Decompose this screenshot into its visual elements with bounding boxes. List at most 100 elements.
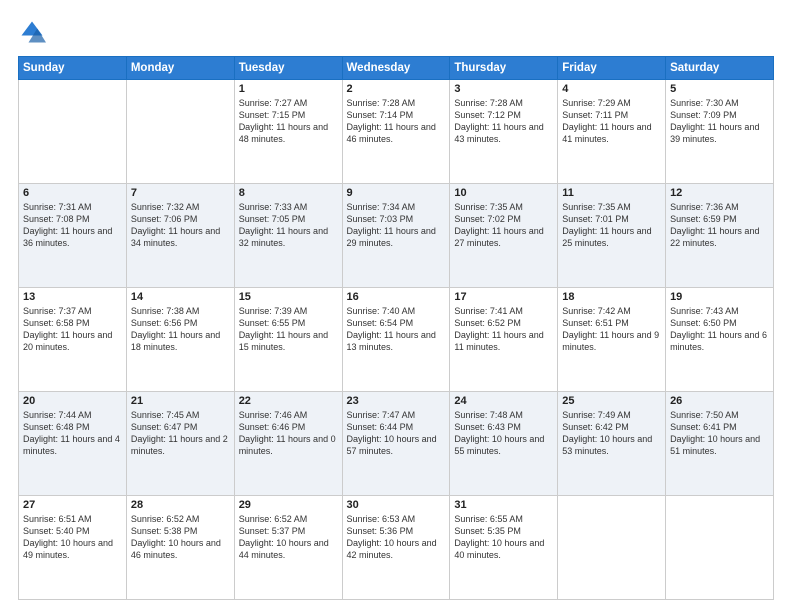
calendar-cell: 12 Sunrise: 7:36 AM Sunset: 6:59 PM Dayli…	[666, 184, 774, 288]
calendar-cell: 28 Sunrise: 6:52 AM Sunset: 5:38 PM Dayli…	[126, 496, 234, 600]
calendar-cell: 3Sunrise: 7:28 AM Sunset: 7:12 PM Daylig…	[450, 80, 558, 184]
day-info: Sunrise: 7:35 AM Sunset: 7:02 PM Dayligh…	[454, 201, 553, 250]
day-number: 25	[562, 395, 661, 407]
calendar-cell: 31 Sunrise: 6:55 AM Sunset: 5:35 PM Dayli…	[450, 496, 558, 600]
day-number: 5	[670, 83, 769, 95]
day-number: 3	[454, 83, 553, 95]
calendar-cell: 24 Sunrise: 7:48 AM Sunset: 6:43 PM Dayli…	[450, 392, 558, 496]
day-info: Sunrise: 7:36 AM Sunset: 6:59 PM Dayligh…	[670, 201, 769, 250]
day-number: 23	[347, 395, 446, 407]
day-number: 16	[347, 291, 446, 303]
day-info: Sunrise: 7:27 AM Sunset: 7:15 PM Dayligh…	[239, 97, 338, 146]
calendar-cell: 11 Sunrise: 7:35 AM Sunset: 7:01 PM Dayli…	[558, 184, 666, 288]
logo	[18, 18, 50, 46]
day-number: 7	[131, 187, 230, 199]
day-info: Sunrise: 7:41 AM Sunset: 6:52 PM Dayligh…	[454, 305, 553, 354]
day-info: Sunrise: 7:39 AM Sunset: 6:55 PM Dayligh…	[239, 305, 338, 354]
calendar-cell: 1 Sunrise: 7:27 AM Sunset: 7:15 PM Daylig…	[234, 80, 342, 184]
calendar-cell: 18Sunrise: 7:42 AM Sunset: 6:51 PM Dayli…	[558, 288, 666, 392]
day-info: Sunrise: 6:52 AM Sunset: 5:38 PM Dayligh…	[131, 513, 230, 562]
calendar-cell: 17 Sunrise: 7:41 AM Sunset: 6:52 PM Dayli…	[450, 288, 558, 392]
calendar-cell: 21 Sunrise: 7:45 AM Sunset: 6:47 PM Dayli…	[126, 392, 234, 496]
calendar-cell: 10 Sunrise: 7:35 AM Sunset: 7:02 PM Dayli…	[450, 184, 558, 288]
logo-icon	[18, 18, 46, 46]
day-info: Sunrise: 7:40 AM Sunset: 6:54 PM Dayligh…	[347, 305, 446, 354]
day-number: 21	[131, 395, 230, 407]
calendar-week-row: 13 Sunrise: 7:37 AM Sunset: 6:58 PM Dayli…	[19, 288, 774, 392]
day-info: Sunrise: 7:32 AM Sunset: 7:06 PM Dayligh…	[131, 201, 230, 250]
day-info: Sunrise: 7:33 AM Sunset: 7:05 PM Dayligh…	[239, 201, 338, 250]
calendar-cell: 2 Sunrise: 7:28 AM Sunset: 7:14 PM Daylig…	[342, 80, 450, 184]
calendar-cell: 27 Sunrise: 6:51 AM Sunset: 5:40 PM Dayli…	[19, 496, 127, 600]
day-of-week-header: Friday	[558, 57, 666, 80]
calendar-header-row: SundayMondayTuesdayWednesdayThursdayFrid…	[19, 57, 774, 80]
day-number: 31	[454, 499, 553, 511]
calendar-cell: 19 Sunrise: 7:43 AM Sunset: 6:50 PM Dayli…	[666, 288, 774, 392]
calendar-cell: 23 Sunrise: 7:47 AM Sunset: 6:44 PM Dayli…	[342, 392, 450, 496]
day-of-week-header: Saturday	[666, 57, 774, 80]
day-info: Sunrise: 6:51 AM Sunset: 5:40 PM Dayligh…	[23, 513, 122, 562]
day-number: 27	[23, 499, 122, 511]
calendar-week-row: 27 Sunrise: 6:51 AM Sunset: 5:40 PM Dayli…	[19, 496, 774, 600]
calendar-cell: 22 Sunrise: 7:46 AM Sunset: 6:46 PM Dayli…	[234, 392, 342, 496]
calendar-week-row: 20Sunrise: 7:44 AM Sunset: 6:48 PM Dayli…	[19, 392, 774, 496]
calendar-cell: 14Sunrise: 7:38 AM Sunset: 6:56 PM Dayli…	[126, 288, 234, 392]
day-number: 30	[347, 499, 446, 511]
day-number: 10	[454, 187, 553, 199]
calendar-cell: 7 Sunrise: 7:32 AM Sunset: 7:06 PM Daylig…	[126, 184, 234, 288]
day-number: 17	[454, 291, 553, 303]
day-number: 4	[562, 83, 661, 95]
day-info: Sunrise: 7:37 AM Sunset: 6:58 PM Dayligh…	[23, 305, 122, 354]
day-info: Sunrise: 6:55 AM Sunset: 5:35 PM Dayligh…	[454, 513, 553, 562]
calendar-cell: 16 Sunrise: 7:40 AM Sunset: 6:54 PM Dayli…	[342, 288, 450, 392]
day-info: Sunrise: 6:53 AM Sunset: 5:36 PM Dayligh…	[347, 513, 446, 562]
calendar-cell: 29 Sunrise: 6:52 AM Sunset: 5:37 PM Dayli…	[234, 496, 342, 600]
day-of-week-header: Tuesday	[234, 57, 342, 80]
day-info: Sunrise: 7:35 AM Sunset: 7:01 PM Dayligh…	[562, 201, 661, 250]
calendar-cell: 5 Sunrise: 7:30 AM Sunset: 7:09 PM Daylig…	[666, 80, 774, 184]
day-info: Sunrise: 7:49 AM Sunset: 6:42 PM Dayligh…	[562, 409, 661, 458]
day-number: 12	[670, 187, 769, 199]
day-info: Sunrise: 7:47 AM Sunset: 6:44 PM Dayligh…	[347, 409, 446, 458]
day-of-week-header: Sunday	[19, 57, 127, 80]
day-info: Sunrise: 7:46 AM Sunset: 6:46 PM Dayligh…	[239, 409, 338, 458]
day-info: Sunrise: 7:30 AM Sunset: 7:09 PM Dayligh…	[670, 97, 769, 146]
day-info: Sunrise: 7:29 AM Sunset: 7:11 PM Dayligh…	[562, 97, 661, 146]
day-number: 28	[131, 499, 230, 511]
day-info: Sunrise: 7:50 AM Sunset: 6:41 PM Dayligh…	[670, 409, 769, 458]
day-number: 22	[239, 395, 338, 407]
calendar-cell	[19, 80, 127, 184]
day-info: Sunrise: 7:28 AM Sunset: 7:14 PM Dayligh…	[347, 97, 446, 146]
calendar-cell: 26 Sunrise: 7:50 AM Sunset: 6:41 PM Dayli…	[666, 392, 774, 496]
day-number: 1	[239, 83, 338, 95]
calendar-cell	[126, 80, 234, 184]
calendar-cell: 6Sunrise: 7:31 AM Sunset: 7:08 PM Daylig…	[19, 184, 127, 288]
calendar-week-row: 6Sunrise: 7:31 AM Sunset: 7:08 PM Daylig…	[19, 184, 774, 288]
day-info: Sunrise: 7:43 AM Sunset: 6:50 PM Dayligh…	[670, 305, 769, 354]
calendar: SundayMondayTuesdayWednesdayThursdayFrid…	[18, 56, 774, 600]
day-info: Sunrise: 6:52 AM Sunset: 5:37 PM Dayligh…	[239, 513, 338, 562]
day-number: 8	[239, 187, 338, 199]
day-number: 15	[239, 291, 338, 303]
day-number: 26	[670, 395, 769, 407]
day-info: Sunrise: 7:48 AM Sunset: 6:43 PM Dayligh…	[454, 409, 553, 458]
page: SundayMondayTuesdayWednesdayThursdayFrid…	[0, 0, 792, 612]
day-number: 11	[562, 187, 661, 199]
day-number: 13	[23, 291, 122, 303]
day-of-week-header: Wednesday	[342, 57, 450, 80]
day-number: 14	[131, 291, 230, 303]
header	[18, 18, 774, 46]
calendar-cell: 15 Sunrise: 7:39 AM Sunset: 6:55 PM Dayli…	[234, 288, 342, 392]
day-number: 29	[239, 499, 338, 511]
calendar-cell: 25 Sunrise: 7:49 AM Sunset: 6:42 PM Dayli…	[558, 392, 666, 496]
day-number: 2	[347, 83, 446, 95]
calendar-cell: 20Sunrise: 7:44 AM Sunset: 6:48 PM Dayli…	[19, 392, 127, 496]
day-info: Sunrise: 7:45 AM Sunset: 6:47 PM Dayligh…	[131, 409, 230, 458]
calendar-cell	[666, 496, 774, 600]
calendar-cell: 4 Sunrise: 7:29 AM Sunset: 7:11 PM Daylig…	[558, 80, 666, 184]
day-number: 24	[454, 395, 553, 407]
calendar-week-row: 1 Sunrise: 7:27 AM Sunset: 7:15 PM Daylig…	[19, 80, 774, 184]
day-of-week-header: Thursday	[450, 57, 558, 80]
day-number: 9	[347, 187, 446, 199]
day-number: 19	[670, 291, 769, 303]
